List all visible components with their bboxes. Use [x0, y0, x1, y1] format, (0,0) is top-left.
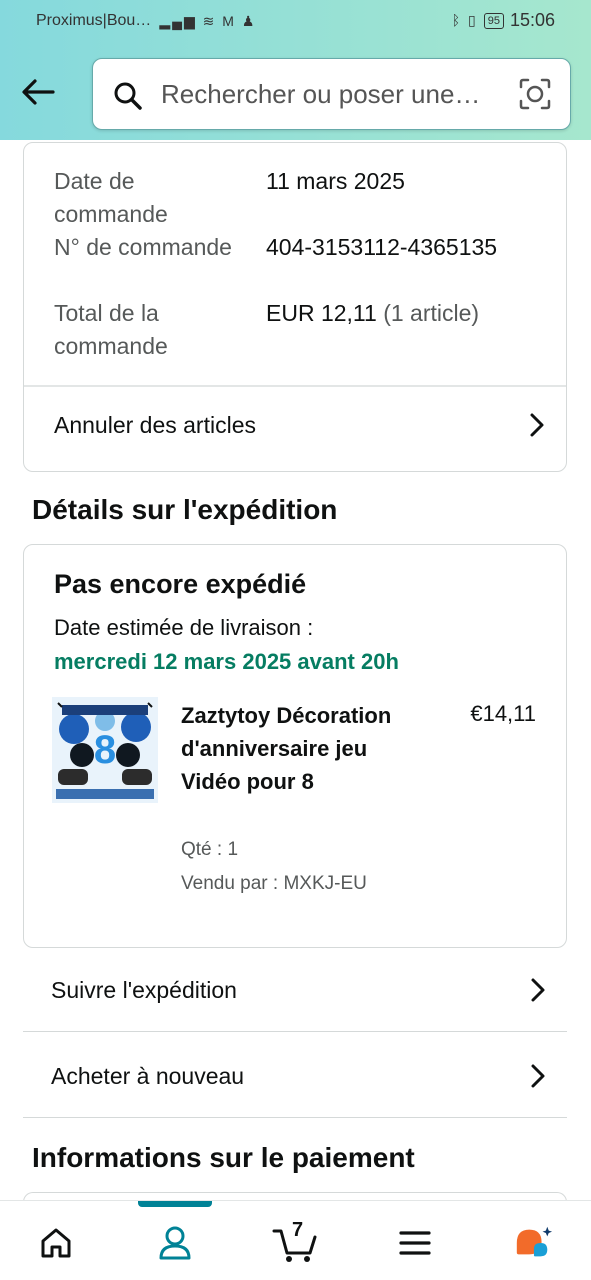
track-shipment-row[interactable]: Suivre l'expédition [23, 948, 567, 1032]
status-bar: Proximus|Bou… ▂▄▆ ≋ M ♟ ᛒ ▯ 95 15:06 [0, 0, 591, 42]
signal-wifi-icons: ▂▄▆ ≋ M ♟ [159, 12, 257, 29]
chevron-right-icon [531, 1064, 545, 1088]
shipping-section-title: Détails sur l'expédition [32, 494, 338, 525]
product-quantity: Qté : 1 [181, 839, 239, 860]
search-input[interactable]: Rechercher ou poser une… [92, 58, 571, 130]
buy-again-label: Acheter à nouveau [51, 1062, 245, 1089]
bluetooth-vibrate-icons: ᛒ ▯ [451, 12, 478, 28]
delivery-estimate-date: mercredi 12 mars 2025 avant 20h [54, 649, 399, 674]
product-title[interactable]: Zaztytoy Décoration d'anniversaire jeu V… [181, 699, 421, 798]
order-date-value: 11 mars 2025 [266, 168, 405, 194]
product-price: €14,11 [470, 701, 536, 726]
cart-icon[interactable]: 7 [272, 1219, 318, 1263]
order-date-label: Date de commande [54, 168, 168, 227]
search-placeholder: Rechercher ou poser une… [161, 79, 481, 109]
divider [24, 385, 566, 387]
cancel-items-label: Annuler des articles [54, 411, 256, 438]
buy-again-row[interactable]: Acheter à nouveau [23, 1034, 567, 1118]
chevron-right-icon [530, 413, 544, 437]
order-total-label: Total de la commande [54, 300, 168, 359]
order-item-count: (1 article) [383, 300, 480, 326]
order-total-value: EUR 12,11 [266, 300, 377, 326]
track-shipment-label: Suivre l'expédition [51, 976, 237, 1003]
order-summary-card: Date de commande 11 mars 2025 N° de comm… [23, 142, 567, 472]
chevron-right-icon [531, 978, 545, 1002]
back-arrow-icon[interactable] [18, 72, 58, 112]
menu-icon[interactable] [395, 1223, 435, 1263]
carrier-name: Proximus|Bou… [36, 12, 152, 29]
active-tab-indicator [138, 1201, 212, 1207]
battery-icon: 95 [483, 12, 504, 29]
shipment-card: Pas encore expédié Date estimée de livra… [23, 544, 567, 948]
rufus-assistant-icon[interactable] [513, 1223, 553, 1263]
clock: 15:06 [509, 10, 555, 30]
camera-scan-icon[interactable] [518, 77, 552, 111]
product-image[interactable]: 8 [52, 697, 158, 803]
shipment-status: Pas encore expédié [54, 569, 307, 599]
order-number-value: 404-3153112-4365135 [266, 234, 498, 260]
cancel-items-button[interactable]: Annuler des articles [54, 405, 546, 445]
app-header: Proximus|Bou… ▂▄▆ ≋ M ♟ ᛒ ▯ 95 15:06 Rec… [0, 0, 591, 140]
account-icon[interactable] [155, 1223, 195, 1263]
svg-text:8: 8 [94, 728, 116, 772]
search-icon [114, 82, 142, 110]
bottom-navigation: 7 [0, 1200, 591, 1280]
order-number-label: N° de commande [54, 234, 232, 260]
home-icon[interactable] [36, 1223, 76, 1263]
payment-section-title: Informations sur le paiement [32, 1142, 415, 1173]
cart-count-badge: 7 [292, 1219, 304, 1241]
product-seller: Vendu par : MXKJ-EU [181, 873, 367, 894]
delivery-estimate-label: Date estimée de livraison : [54, 615, 314, 640]
